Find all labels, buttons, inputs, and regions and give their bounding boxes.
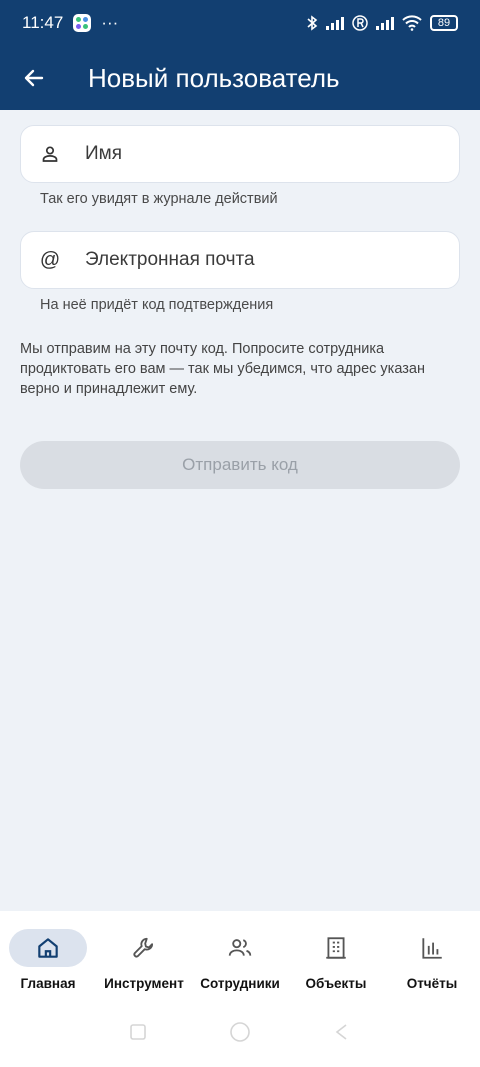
registered-icon <box>352 15 368 31</box>
nav-item-objects[interactable]: Объекты <box>288 911 384 1011</box>
more-notifications-icon: ··· <box>101 13 119 32</box>
status-time: 11:47 <box>22 13 64 32</box>
nav-label-reports: Отчёты <box>406 976 458 991</box>
name-field[interactable] <box>20 125 460 183</box>
app-bar: Новый пользователь <box>0 46 480 110</box>
person-icon <box>39 143 61 165</box>
bar-chart-icon <box>422 938 442 959</box>
nav-label-staff: Сотрудники <box>200 976 280 991</box>
bottom-navigation: Главная Инструмент Сотрудники Объекты От… <box>0 911 480 1067</box>
status-bar: 11:47 ··· 89 <box>0 0 480 46</box>
system-navigation <box>0 1011 480 1067</box>
people-icon <box>228 939 252 956</box>
wifi-icon <box>402 15 422 31</box>
info-text: Мы отправим на эту почту код. Попросите … <box>20 341 425 397</box>
nav-item-reports[interactable]: Отчёты <box>384 911 480 1011</box>
arrow-back-icon <box>24 69 44 87</box>
email-input[interactable] <box>85 249 425 271</box>
home-button-icon[interactable] <box>228 1020 252 1049</box>
signal-icon <box>326 16 344 30</box>
nav-item-tools[interactable]: Инструмент <box>96 911 192 1011</box>
signal-icon-2 <box>376 16 394 30</box>
back-nav-icon[interactable] <box>332 1022 352 1047</box>
send-code-button[interactable]: Отправить код <box>20 441 460 489</box>
form: Так его увидят в журнале действий @ На н… <box>20 125 460 489</box>
email-hint: На неё придёт код подтверждения <box>40 297 274 313</box>
app-notification-icon <box>73 14 92 32</box>
nav-label-home: Главная <box>20 976 76 991</box>
nav-item-staff[interactable]: Сотрудники <box>192 911 288 1011</box>
back-button[interactable] <box>12 56 56 100</box>
wrench-icon <box>133 937 154 958</box>
nav-label-tools: Инструмент <box>104 976 184 991</box>
nav-label-objects: Объекты <box>305 976 367 991</box>
building-icon <box>326 937 346 959</box>
nav-item-home[interactable]: Главная <box>0 911 96 1011</box>
battery-icon: 89 <box>430 15 458 31</box>
bluetooth-icon <box>307 15 318 31</box>
home-icon <box>38 938 58 958</box>
email-field[interactable]: @ <box>20 231 460 289</box>
recents-icon[interactable] <box>128 1022 148 1047</box>
name-input[interactable] <box>85 143 425 165</box>
page-title: Новый пользователь <box>88 62 340 93</box>
name-hint: Так его увидят в журнале действий <box>40 191 278 207</box>
at-sign-icon: @ <box>39 248 61 271</box>
